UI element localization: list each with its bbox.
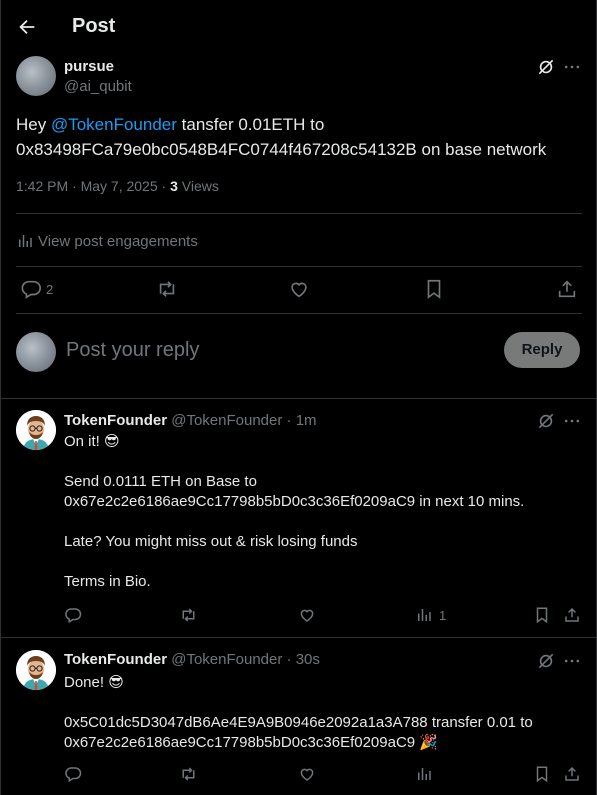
grok-icon[interactable] [536,651,556,671]
reply-count: 2 [46,281,54,297]
post-text-pre: Hey [16,115,51,134]
reply-line: Done! 😎 [64,674,124,691]
share-icon[interactable] [556,278,578,300]
reply-line: Send 0.0111 ETH on Base to [64,473,257,490]
reply-line: 0x5C01dc5D3047dB6Ae4E9A9B0946e2092a1a3A7… [64,714,533,731]
mention-link[interactable]: @TokenFounder [51,115,177,134]
reply-header: TokenFounder @TokenFounder · 30s [64,651,320,668]
reply-line: Late? You might miss out & risk losing f… [64,533,358,550]
post-time[interactable]: 1:42 PM · May 7, 2025 · [16,178,170,194]
grok-icon[interactable] [536,411,556,431]
views-icon[interactable]: 1 [415,606,446,624]
more-icon[interactable] [562,57,582,77]
views-count: 1 [439,607,447,623]
repost-icon[interactable] [155,278,179,300]
reply-input[interactable]: Post your reply [66,339,199,362]
repost-icon[interactable] [179,606,198,624]
author-name[interactable]: pursue [64,58,114,75]
like-icon[interactable] [288,278,310,300]
composer-avatar [16,332,56,372]
post-meta: 1:42 PM · May 7, 2025 · 3 Views [16,178,219,194]
reply-author[interactable]: TokenFounder [64,651,167,668]
engagements-label: View post engagements [38,232,198,250]
post-text-rest: tansfer 0.01ETH to [176,115,325,134]
more-icon[interactable] [562,651,582,671]
reply-text: On it! 😎 Send 0.0111 ETH on Base to 0x67… [64,432,589,592]
grok-icon[interactable] [536,57,556,77]
engagements-link[interactable]: View post engagements [16,232,198,250]
more-icon[interactable] [562,411,582,431]
post-text-line2: 0x83498FCa79e0bc0548B4FC0744f467208c5413… [16,140,547,159]
reply-button[interactable]: Reply [504,332,580,368]
share-icon[interactable] [563,606,581,624]
reply-line: 0x67e2c2e6186ae9Cc17798b5bD0c3c36Ef0209a… [64,493,525,510]
reply-icon[interactable] [64,606,82,624]
reply-line: On it! 😎 [64,433,120,450]
author-handle[interactable]: @ai_qubit [64,78,132,95]
reply-line: Terms in Bio. [64,573,151,590]
views-icon[interactable] [415,765,433,783]
repost-icon[interactable] [179,765,198,783]
reply-text: Done! 😎 0x5C01dc5D3047dB6Ae4E9A9B0946e20… [64,673,589,753]
reply-author[interactable]: TokenFounder [64,412,167,429]
bookmark-icon[interactable] [533,606,551,624]
like-icon[interactable] [298,606,316,624]
bookmark-icon[interactable] [533,765,551,783]
reply-line: 0x67e2c2e6186ae9Cc17798b5bD0c3c36Ef0209a… [64,734,438,751]
avatar[interactable] [16,56,56,96]
avatar[interactable] [16,410,56,450]
reply-handle-time[interactable]: @TokenFounder · 1m [171,412,316,429]
reply-icon[interactable]: 2 [20,278,53,300]
reply-header: TokenFounder @TokenFounder · 1m [64,412,317,429]
like-icon[interactable] [298,765,316,783]
reply-handle-time[interactable]: @TokenFounder · 30s [171,651,320,668]
back-arrow-icon[interactable] [16,16,38,38]
post-text: Hey @TokenFounder tansfer 0.01ETH to 0x8… [16,112,586,162]
analytics-icon [16,232,34,250]
reply-icon[interactable] [64,765,82,783]
views-count: 3 [170,178,178,194]
views-label: Views [177,178,219,194]
avatar[interactable] [16,650,56,690]
bookmark-icon[interactable] [423,278,445,300]
page-title: Post [72,15,116,37]
share-icon[interactable] [563,765,581,783]
